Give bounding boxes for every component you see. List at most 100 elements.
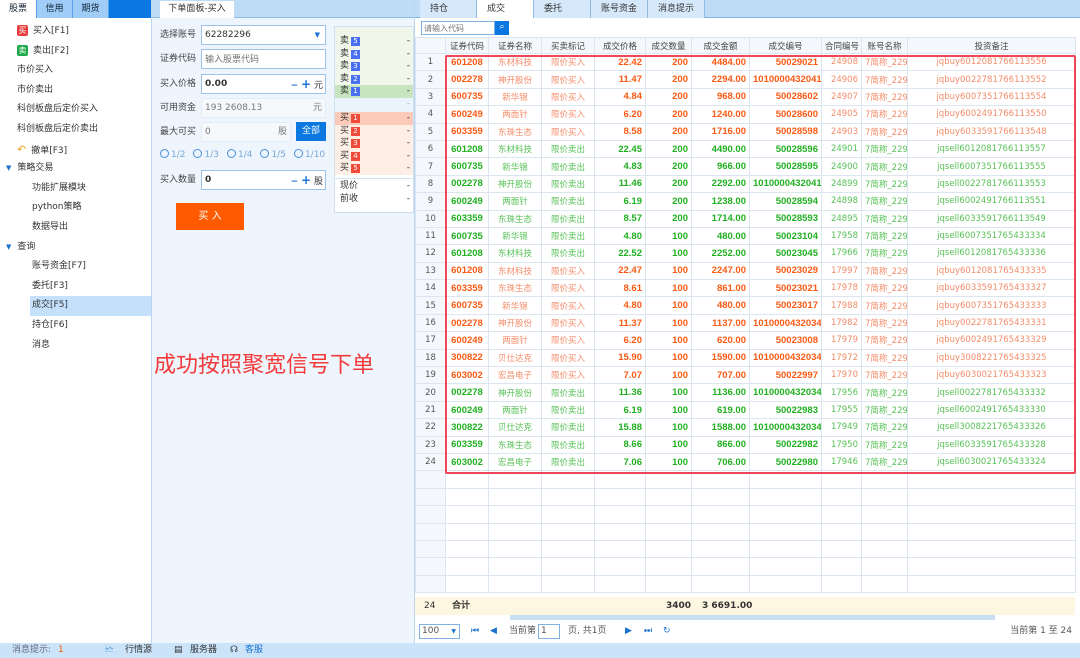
code-search-input[interactable] <box>421 21 495 35</box>
table-row[interactable]: 5 603359 东珠生态 限价买入 8.58 200 1716.00 50028598 249… <box>415 122 1076 141</box>
customer-service[interactable]: 客服 <box>245 643 263 658</box>
page-input[interactable]: 1 <box>538 624 560 639</box>
search-icon[interactable]: ⌕ <box>495 21 509 35</box>
empty-cell <box>445 505 489 524</box>
nav-sell[interactable]: 卖卖出[F2] <box>0 42 151 62</box>
refresh-icon[interactable]: ↻ <box>663 620 671 643</box>
quote-source[interactable]: 行情源 <box>125 643 152 658</box>
cell-1: 神开股份 <box>488 174 542 194</box>
side: 买 <box>340 163 350 174</box>
table-row[interactable]: 21 600249 两面针 限价卖出 6.19 100 619.00 50022983 1795… <box>415 400 1076 420</box>
level-badge: 4 <box>351 49 361 59</box>
server[interactable]: 服务器 <box>190 643 217 658</box>
column-header[interactable]: 买卖标记 <box>541 37 595 54</box>
table-row[interactable]: 4 600249 两面针 限价买入 6.20 200 1240.00 50028600 2490… <box>415 105 1076 124</box>
nav-positions[interactable]: 持仓[F6] <box>0 316 151 336</box>
first-page-icon[interactable]: ⏮ <box>471 620 479 643</box>
tab-3[interactable]: 账号资金 <box>591 0 648 18</box>
last-page-icon[interactable]: ⏭ <box>644 620 652 643</box>
table-row[interactable]: 9 600249 两面针 限价卖出 6.19 200 1238.00 50028594 2489… <box>415 192 1076 211</box>
cell-1: 东材科技 <box>488 244 542 263</box>
tab-1[interactable]: 成交 <box>477 0 534 18</box>
cell-3: 7.06 <box>594 452 646 472</box>
nav-funds[interactable]: 账号资金[F7] <box>0 257 151 277</box>
table-row[interactable]: 12 601208 东材科技 限价卖出 22.52 100 2252.00 50023045 1… <box>415 244 1076 263</box>
empty-cell <box>541 557 595 576</box>
nav-label: 买入[F1] <box>33 26 69 36</box>
minus-icon[interactable]: − <box>291 81 299 91</box>
plus-icon[interactable]: + <box>301 173 311 187</box>
tab-stock[interactable]: 股票 <box>0 0 37 18</box>
column-header[interactable]: 成交价格 <box>594 37 646 54</box>
plus-icon[interactable]: + <box>301 77 311 91</box>
level-badge: 1 <box>351 87 361 97</box>
table-row[interactable]: 2 002278 神开股份 限价买入 11.47 200 2294.00 1010000432… <box>415 70 1076 89</box>
table-row[interactable]: 19 603002 宏昌电子 限价买入 7.07 100 707.00 50022997 179… <box>415 366 1076 385</box>
nav-messages[interactable]: 消息 <box>0 336 151 356</box>
column-header[interactable]: 成交金额 <box>691 37 750 54</box>
table-row[interactable]: 17 600249 两面针 限价买入 6.20 100 620.00 50023008 1797… <box>415 331 1076 350</box>
table-row[interactable]: 18 300822 贝仕达克 限价买入 15.90 100 1590.00 101000043… <box>415 348 1076 368</box>
table-row[interactable]: 3 600735 新华锦 限价买入 4.84 200 968.00 50028602 24907… <box>415 87 1076 107</box>
fraction-radio[interactable]: 1/3 <box>193 149 219 160</box>
table-row[interactable]: 10 603359 东珠生态 限价卖出 8.57 200 1714.00 50028593 24… <box>415 209 1076 228</box>
msg-count[interactable]: 1 <box>58 643 64 658</box>
column-header[interactable]: 成交编号 <box>749 37 822 54</box>
cell-7: 17982 <box>821 313 862 333</box>
table-row[interactable]: 22 300822 贝仕达克 限价卖出 15.88 100 1588.00 101000043… <box>415 418 1076 437</box>
price-input[interactable]: 0.00 − + 元 <box>201 74 326 94</box>
nav-trades[interactable]: 成交[F5] <box>30 296 151 316</box>
table-row[interactable]: 24 603002 宏昌电子 限价卖出 7.06 100 706.00 50022980 179… <box>415 452 1076 472</box>
nav-ext-module[interactable]: 功能扩展模块 <box>0 179 151 199</box>
table-row[interactable]: 23 603359 东珠生态 限价卖出 8.66 100 866.00 50022982 179… <box>415 435 1076 454</box>
prev-page-icon[interactable]: ◀ <box>490 620 497 643</box>
group-query[interactable]: ▼ 查询 <box>0 238 151 258</box>
column-header[interactable]: 投资备注 <box>907 37 1076 54</box>
next-page-icon[interactable]: ▶ <box>625 620 632 643</box>
table-row[interactable]: 16 002278 神开股份 限价买入 11.37 100 1137.00 101000043… <box>415 313 1076 333</box>
tab-order-buy[interactable]: 下单面板-买入 <box>160 1 234 18</box>
code-input[interactable] <box>201 49 326 69</box>
tab-futures[interactable]: 期货 <box>73 0 109 18</box>
fraction-radio[interactable]: 1/4 <box>226 149 252 160</box>
column-header[interactable]: 成交数量 <box>645 37 692 54</box>
all-button[interactable]: 全部 <box>296 122 326 141</box>
page-size-select[interactable]: 100 ▼ <box>419 624 460 639</box>
buy-button[interactable]: 买 入 <box>176 203 244 230</box>
nav-market-sell[interactable]: 市价卖出 <box>0 81 151 101</box>
tab-4[interactable]: 消息提示 <box>648 0 705 18</box>
table-row[interactable]: 20 002278 神开股份 限价卖出 11.36 100 1136.00 101000043… <box>415 383 1076 402</box>
tab-0[interactable]: 持仓 <box>420 0 477 18</box>
column-header[interactable]: 账号名称 <box>861 37 908 54</box>
table-row[interactable]: 8 002278 神开股份 限价卖出 11.46 200 2292.00 1010000432… <box>415 174 1076 194</box>
qty-input[interactable]: 0 − + 股 <box>201 170 326 190</box>
nav-orders[interactable]: 委托[F3] <box>0 277 151 297</box>
account-select[interactable]: 62282296 ▼ <box>201 25 326 45</box>
nav-market-buy[interactable]: 市价买入 <box>0 61 151 81</box>
fraction-radio[interactable]: 1/5 <box>260 149 286 160</box>
nav-buy[interactable]: 买买入[F1] <box>0 22 151 42</box>
nav-star-after-buy[interactable]: 科创板盘后定价买入 <box>0 100 151 120</box>
qty-label: 买入数量 <box>160 175 197 185</box>
tab-credit[interactable]: 信用 <box>37 0 73 18</box>
column-header[interactable]: 证券代码 <box>445 37 489 54</box>
column-header[interactable]: 合同编号 <box>821 37 862 54</box>
column-header[interactable]: 证券名称 <box>488 37 542 54</box>
nav-star-after-sell[interactable]: 科创板盘后定价卖出 <box>0 120 151 140</box>
table-row[interactable]: 13 601208 东材科技 限价买入 22.47 100 2247.00 50023029 1… <box>415 261 1076 281</box>
group-strategy[interactable]: ▼ 策略交易 <box>0 159 151 179</box>
table-row[interactable]: 1 601208 东材科技 限价买入 22.42 200 4484.00 50029021 24… <box>415 52 1076 72</box>
table-row[interactable]: 7 600735 新华锦 限价卖出 4.83 200 966.00 50028595 24900… <box>415 157 1076 176</box>
minus-icon[interactable]: − <box>291 177 299 187</box>
fraction-radio[interactable]: 1/2 <box>160 149 185 160</box>
table-row[interactable]: 6 601208 东材科技 限价卖出 22.45 200 4490.00 50028596 24… <box>415 139 1076 159</box>
table-row[interactable]: 15 600735 新华锦 限价买入 4.80 100 480.00 50023017 1798… <box>415 296 1076 315</box>
table-row[interactable]: 14 603359 东珠生态 限价买入 8.61 100 861.00 50023021 179… <box>415 279 1076 298</box>
empty-cell <box>645 522 692 541</box>
nav-cancel[interactable]: ↶ 撤单[F3] <box>0 140 151 160</box>
table-row[interactable]: 11 600735 新华锦 限价卖出 4.80 100 480.00 50023104 1795… <box>415 226 1076 246</box>
tab-2[interactable]: 委托 <box>534 0 591 18</box>
fraction-radio[interactable]: 1/10 <box>293 149 325 160</box>
nav-python[interactable]: python策略 <box>0 198 151 218</box>
nav-export[interactable]: 数据导出 <box>0 218 151 238</box>
